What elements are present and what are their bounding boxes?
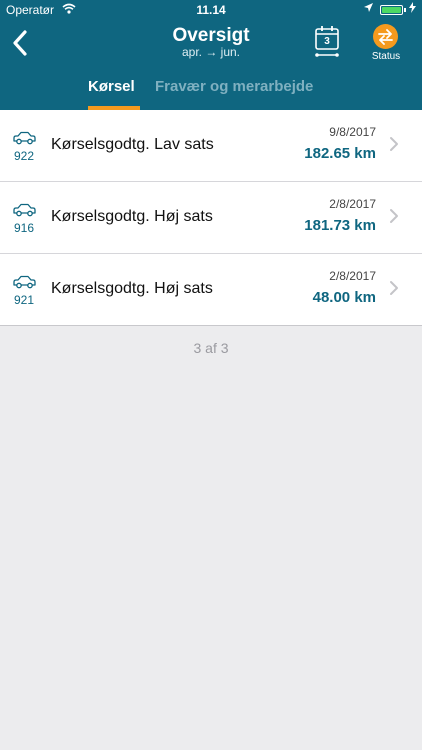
date-range-subtitle: apr. → jun. (181, 45, 241, 59)
list-item[interactable]: 916 Kørselsgodtg. Høj sats 2/8/2017 181.… (0, 182, 422, 254)
trip-number: 922 (13, 149, 35, 163)
chevron-right-icon (389, 280, 399, 301)
car-icon (12, 203, 36, 222)
mileage-list: 922 Kørselsgodtg. Lav sats 9/8/2017 182.… (0, 110, 422, 326)
trip-number: 921 (13, 293, 35, 307)
status-bar: Operatør 11.14 (0, 0, 422, 20)
charging-bolt-icon (409, 2, 416, 16)
trip-date: 2/8/2017 (329, 269, 376, 283)
trip-distance: 181.73 km (304, 217, 376, 234)
trip-label: Kørselsgodtg. Lav sats (51, 136, 214, 153)
calendar-day-number: 3 (324, 36, 330, 47)
clock-time: 11.14 (196, 3, 226, 17)
trip-label: Kørselsgodtg. Høj sats (51, 280, 213, 297)
trip-distance: 182.65 km (304, 145, 376, 162)
battery-tip (404, 8, 406, 12)
list-item[interactable]: 922 Kørselsgodtg. Lav sats 9/8/2017 182.… (0, 110, 422, 182)
chevron-right-icon (389, 208, 399, 229)
status-label: Status (371, 51, 401, 62)
trip-number: 916 (13, 221, 35, 235)
trip-label: Kørselsgodtg. Høj sats (51, 208, 213, 225)
car-icon (12, 131, 36, 150)
app-header: Operatør 11.14 Oversigt apr. → jun. 3 St… (0, 0, 422, 110)
calendar-button[interactable]: 3 (314, 25, 342, 59)
trip-distance: 48.00 km (312, 289, 376, 306)
swap-arrows-icon (373, 24, 398, 49)
chevron-right-icon (389, 136, 399, 157)
page-counter: 3 af 3 (193, 340, 229, 356)
battery-icon (380, 5, 403, 15)
trip-date: 2/8/2017 (329, 197, 376, 211)
tab-korsel[interactable]: Kørsel (88, 78, 135, 95)
status-button[interactable]: Status (367, 24, 405, 64)
list-item[interactable]: 921 Kørselsgodtg. Høj sats 2/8/2017 48.0… (0, 254, 422, 326)
trip-date: 9/8/2017 (329, 125, 376, 139)
car-icon (12, 275, 36, 294)
tab-fravaer-og-merarbejde[interactable]: Fravær og merarbejde (155, 78, 313, 95)
page-title: Oversigt (172, 25, 250, 46)
location-arrow-icon (363, 2, 374, 16)
